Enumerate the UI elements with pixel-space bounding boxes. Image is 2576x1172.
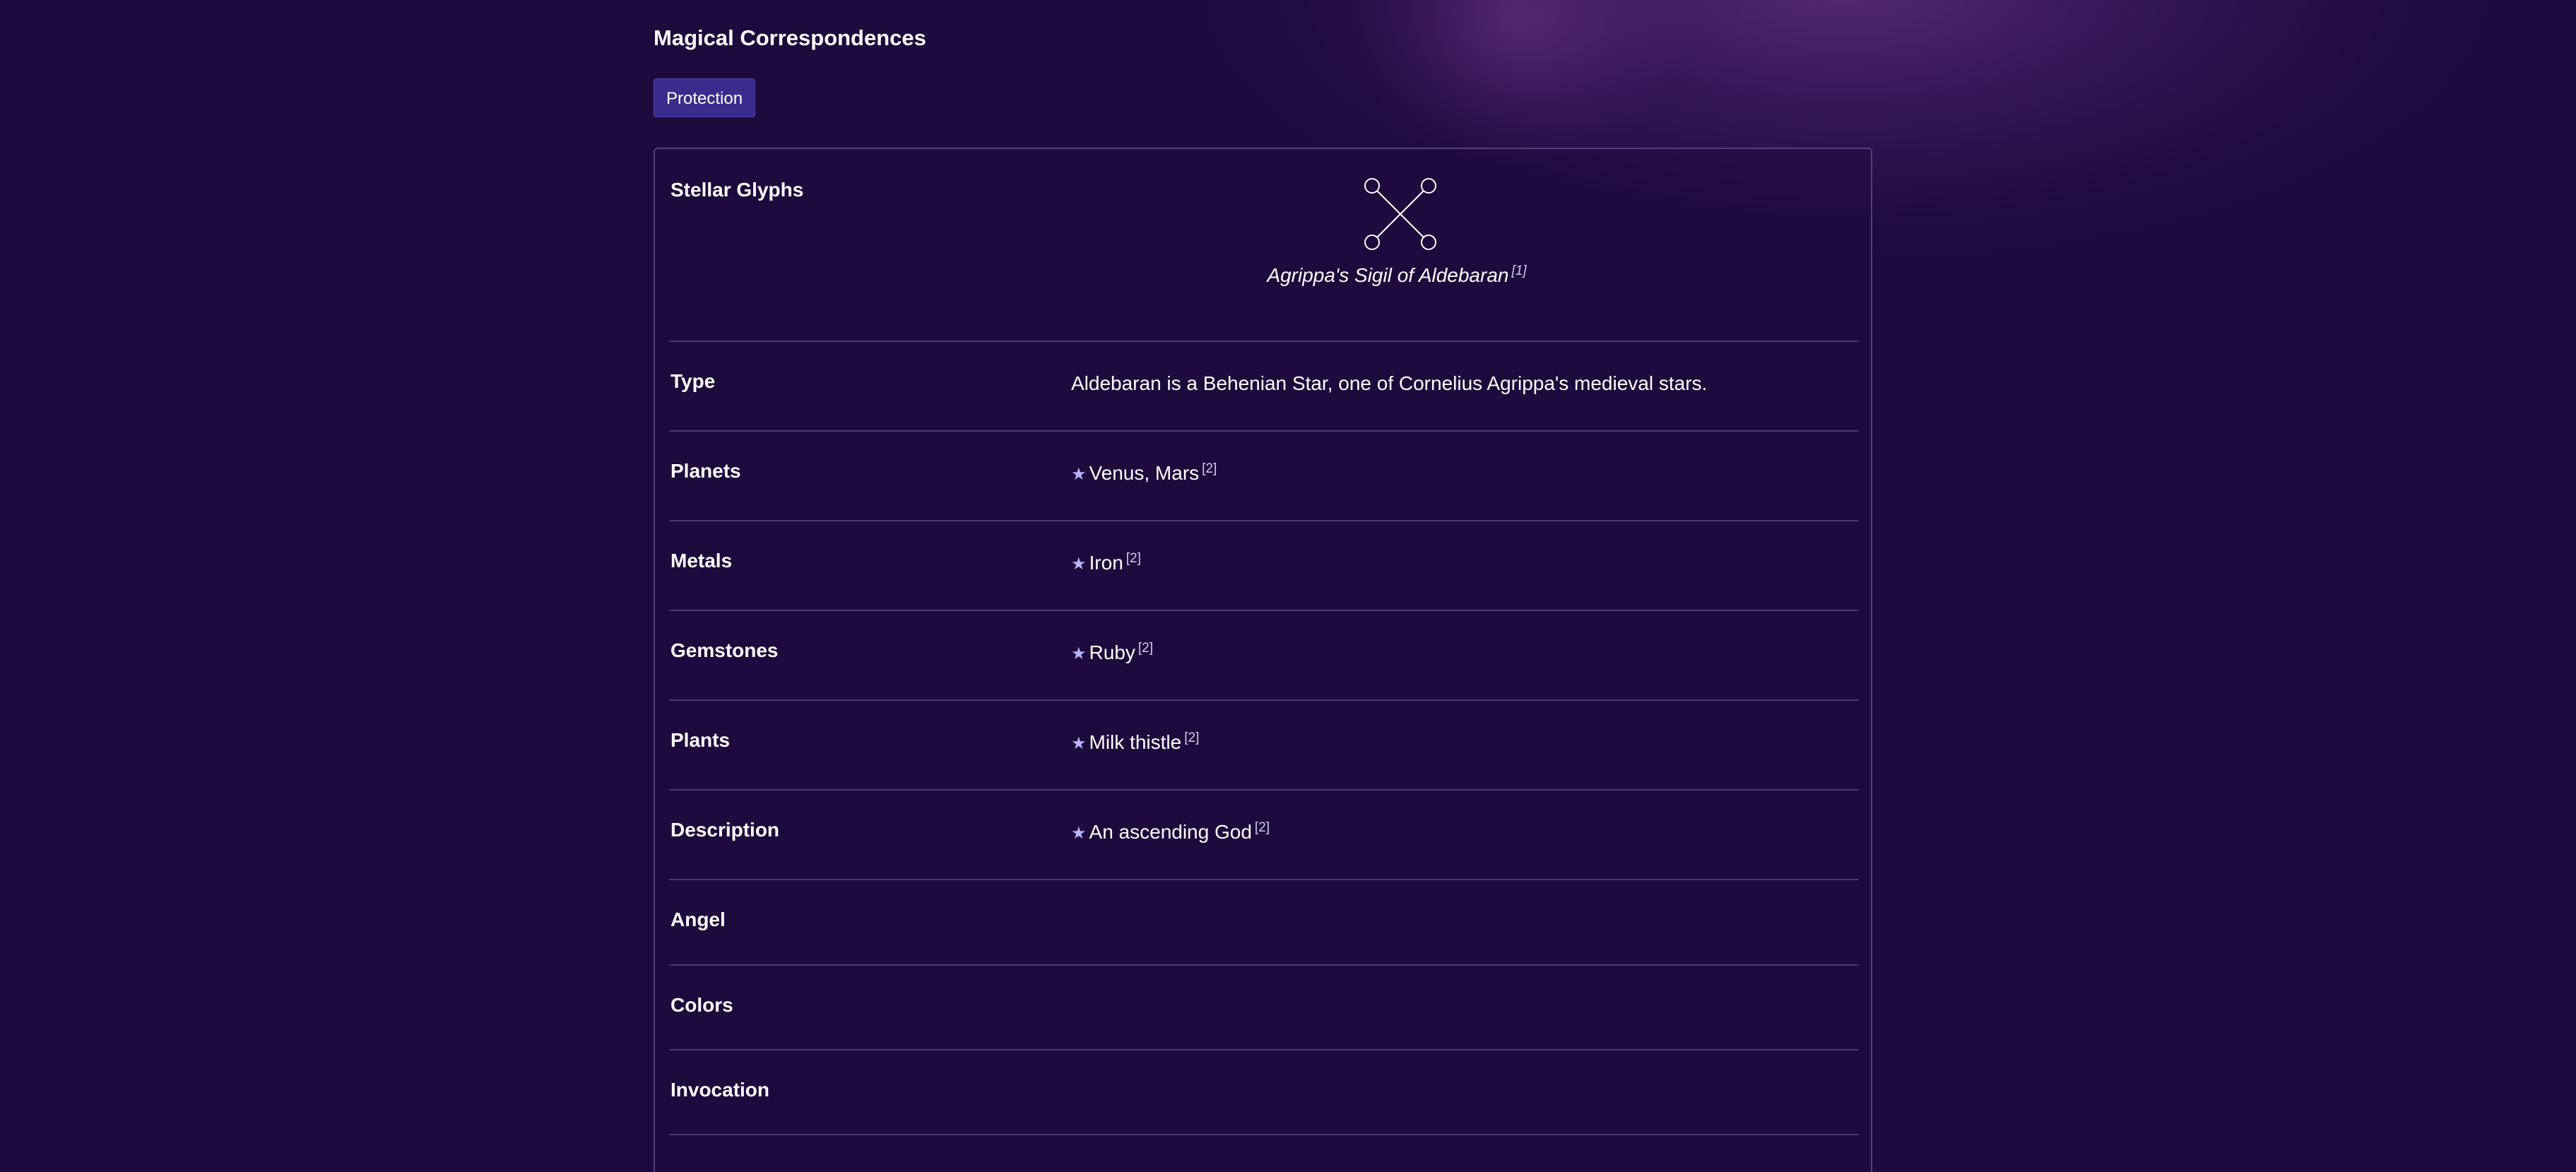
citation-link[interactable]: [2] <box>1184 730 1199 745</box>
row-angel: Angel <box>669 880 1859 966</box>
row-value: ★ Venus, Mars [2] <box>1071 462 1217 485</box>
row-value-text: An ascending God <box>1089 821 1252 843</box>
row-type: Type Aldebaran is a Behenian Star, one o… <box>669 342 1859 432</box>
row-value: ★ Ruby [2] <box>1071 641 1153 664</box>
citation-link[interactable]: [2] <box>1255 820 1270 835</box>
background-glow-accent <box>1342 0 1696 170</box>
row-metals: Metals ★ Iron [2] <box>669 521 1859 611</box>
row-value-text: Iron <box>1089 552 1123 574</box>
star-icon: ★ <box>1071 824 1087 843</box>
citation-link[interactable]: [1] <box>1511 264 1526 278</box>
row-label: Stellar Glyphs <box>670 179 804 201</box>
row-value-text: Milk thistle <box>1089 731 1182 753</box>
row-value-text: Venus, Mars <box>1089 462 1200 484</box>
row-label: Plants <box>670 729 731 751</box>
sigil-caption-text: Agrippa's Sigil of Aldebaran <box>1267 264 1509 286</box>
citation-link[interactable]: [2] <box>1138 641 1153 656</box>
row-label: Colors <box>670 994 733 1016</box>
page-title: Magical Correspondences <box>654 25 926 50</box>
row-value: Aldebaran is a Behenian Star, one of Cor… <box>1071 372 1708 394</box>
row-label: Type <box>670 370 716 392</box>
star-icon: ★ <box>1071 644 1087 663</box>
protection-tag-button[interactable]: Protection <box>654 78 756 117</box>
citation-link[interactable]: [2] <box>1202 461 1217 476</box>
row-invocation: Invocation <box>669 1050 1859 1135</box>
row-value-text: Ruby <box>1089 641 1135 663</box>
row-label: Planets <box>670 460 741 482</box>
star-icon: ★ <box>1071 555 1087 574</box>
row-value: ★ Milk thistle [2] <box>1071 731 1199 754</box>
row-plants: Plants ★ Milk thistle [2] <box>669 701 1859 791</box>
row-label: Gemstones <box>670 639 779 661</box>
row-label: Description <box>670 819 780 841</box>
row-value: ★ Iron [2] <box>1071 552 1141 574</box>
row-planets: Planets ★ Venus, Mars [2] <box>669 432 1859 521</box>
row-value: ★ An ascending God [2] <box>1071 821 1270 844</box>
correspondences-card: Stellar Glyphs Agrippa's Sigil of Aldeba… <box>654 148 1872 1172</box>
citation-link[interactable]: [2] <box>1126 551 1141 566</box>
row-gemstones: Gemstones ★ Ruby [2] <box>669 611 1859 701</box>
row-colors: Colors <box>669 966 1859 1050</box>
row-label: Angel <box>670 908 726 930</box>
row-description: Description ★ An ascending God [2] <box>669 791 1859 880</box>
row-stellar-glyphs: Stellar Glyphs Agrippa's Sigil of Aldeba… <box>669 149 1859 342</box>
star-icon: ★ <box>1071 465 1087 484</box>
row-label: Metals <box>670 550 733 572</box>
sigil-of-aldebaran-icon <box>1361 175 1439 253</box>
star-icon: ★ <box>1071 734 1087 753</box>
sigil-caption: Agrippa's Sigil of Aldebaran [1] <box>1267 264 1526 287</box>
row-label: Invocation <box>670 1079 770 1101</box>
